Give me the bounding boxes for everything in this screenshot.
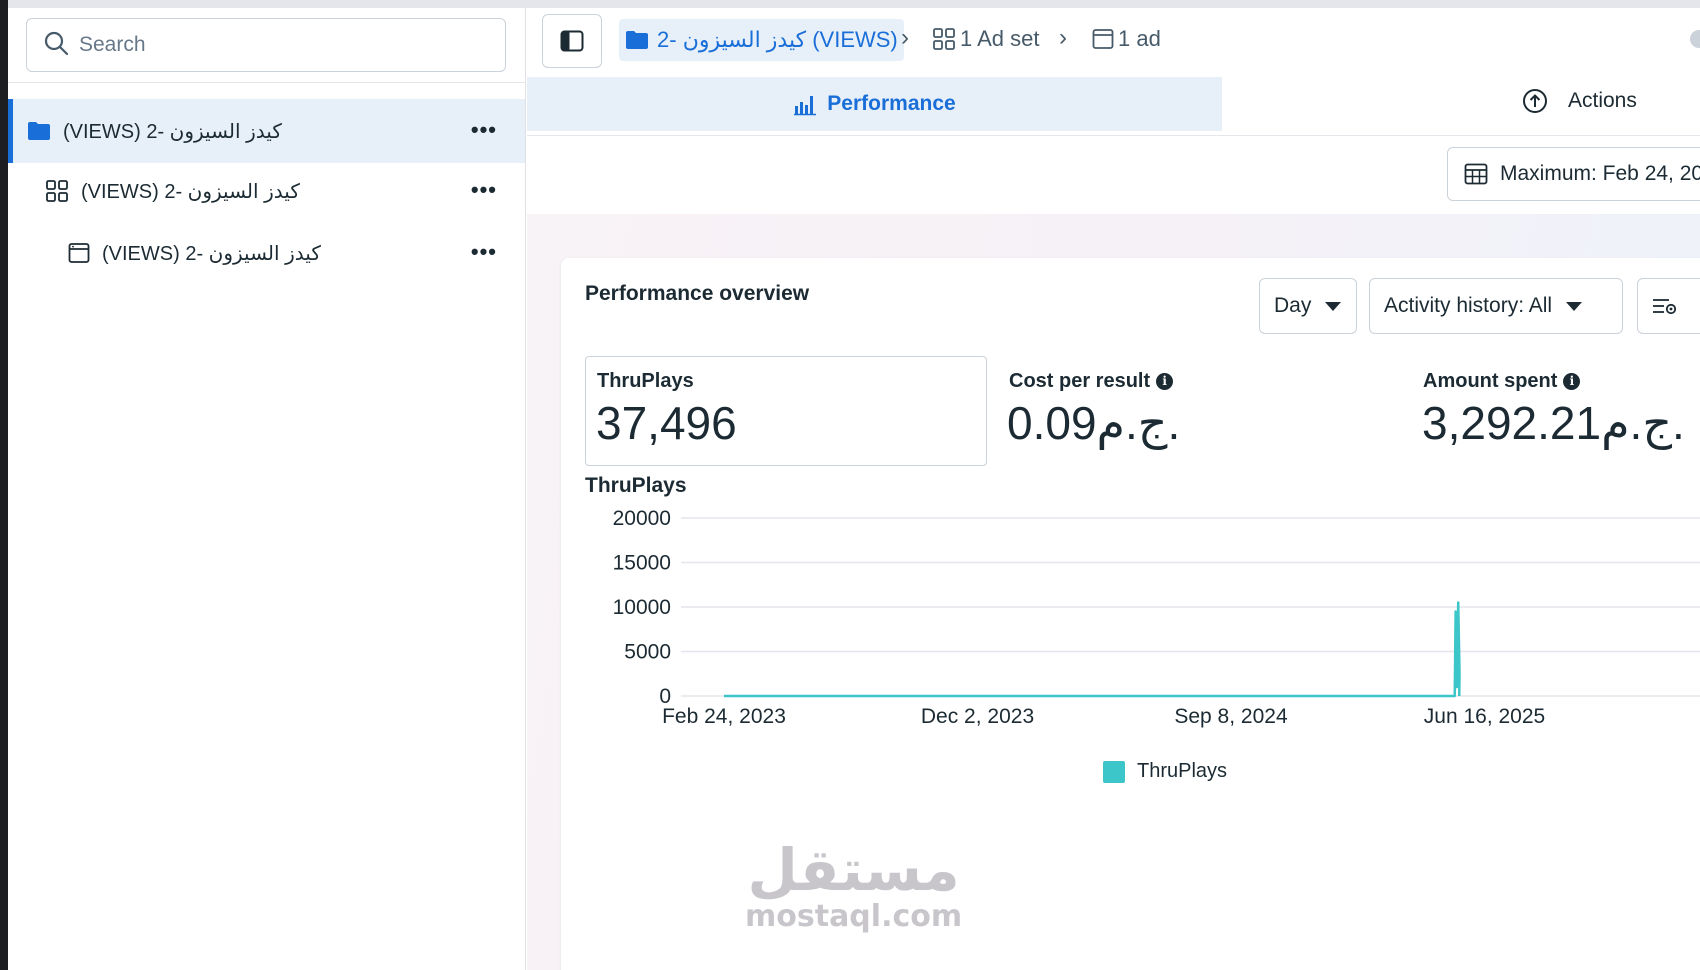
- tabs-divider: [527, 135, 1700, 136]
- tab-actions-label: Actions: [1568, 89, 1637, 112]
- tree-item-label: (VIEWS) 2- كيدز السيزون: [81, 180, 300, 203]
- search-icon: [43, 30, 69, 61]
- metric-value: 3,292.21ج.م.: [1422, 397, 1685, 449]
- info-icon[interactable]: i: [1156, 373, 1174, 390]
- upload-circle-icon: [1522, 88, 1548, 114]
- calendar-table-icon: [1464, 162, 1488, 186]
- search-input[interactable]: [79, 33, 479, 57]
- more-options-icon[interactable]: •••: [471, 239, 497, 265]
- chart-legend[interactable]: ThruPlays: [1103, 760, 1227, 783]
- toggle-sidebar-button[interactable]: [542, 14, 602, 68]
- legend-label: ThruPlays: [1137, 760, 1228, 782]
- y-tick-label: 15000: [613, 552, 671, 575]
- chart-title: ThruPlays: [585, 474, 687, 497]
- tab-actions[interactable]: Actions: [1522, 88, 1637, 114]
- tab-performance[interactable]: Performance: [527, 77, 1222, 131]
- card-title: Performance overview: [585, 282, 810, 305]
- tree-item-campaign[interactable]: (VIEWS) 2- كيدز السيزون •••: [8, 99, 525, 163]
- breadcrumb-ad-set[interactable]: 1 Ad set: [932, 26, 1040, 52]
- granularity-dropdown[interactable]: Day: [1259, 278, 1357, 334]
- status-dot: [1690, 30, 1700, 48]
- x-tick-label: Jun 16, 2025: [1424, 705, 1545, 728]
- y-tick-label: 10000: [613, 596, 671, 619]
- bar-chart-icon: [793, 92, 817, 116]
- breadcrumb-campaign-label: 2- كيدز السيزون (VIEWS): [657, 27, 898, 52]
- metric-label: ThruPlays: [597, 370, 694, 392]
- tree-item-ad[interactable]: (VIEWS) 2- كيدز السيزون •••: [8, 221, 525, 285]
- metric-value: 37,496: [596, 397, 737, 449]
- caret-down-icon: [1325, 301, 1342, 311]
- ad-set-grid-icon: [932, 27, 956, 51]
- campaign-folder-icon: [625, 30, 649, 50]
- y-tick-label: 5000: [624, 641, 671, 664]
- date-range-button[interactable]: Maximum: Feb 24, 20: [1447, 147, 1700, 201]
- watermark-latin: mostaql.com: [745, 899, 963, 934]
- tree-item-label: (VIEWS) 2- كيدز السيزون: [63, 120, 282, 143]
- watermark: مستقل mostaql.com: [745, 840, 962, 934]
- tree-item-label: (VIEWS) 2- كيدز السيزون: [102, 242, 321, 265]
- info-icon[interactable]: i: [1563, 373, 1581, 390]
- tab-performance-label: Performance: [827, 92, 956, 115]
- window-edge: [0, 0, 8, 970]
- customize-button[interactable]: [1637, 278, 1700, 334]
- metric-value: 0.09ج.م.: [1007, 397, 1181, 449]
- filter-settings-icon: [1652, 295, 1678, 317]
- watermark-arabic: مستقل: [747, 836, 960, 904]
- metric-label-spent: Amount spent i: [1423, 370, 1581, 393]
- breadcrumb-ad-set-label: 1 Ad set: [960, 26, 1040, 51]
- date-range-label: Maximum: Feb 24, 20: [1500, 162, 1700, 185]
- metric-label-text: Amount spent: [1423, 370, 1558, 392]
- x-tick-label: Feb 24, 2023: [662, 705, 786, 728]
- campaign-folder-icon: [27, 121, 51, 141]
- more-options-icon[interactable]: •••: [471, 117, 497, 143]
- metric-label-cost: Cost per result i: [1009, 370, 1174, 393]
- search-box[interactable]: [26, 18, 506, 72]
- y-tick-label: 20000: [613, 507, 671, 530]
- ad-set-grid-icon: [45, 179, 69, 203]
- ad-window-icon: [68, 242, 90, 264]
- granularity-label: Day: [1274, 294, 1312, 317]
- chevron-right-icon: ›: [901, 24, 909, 51]
- main-panel: 2- كيدز السيزون (VIEWS) › 1 Ad set › 1 a…: [527, 8, 1700, 970]
- breadcrumb-ad-label: 1 ad: [1118, 26, 1161, 51]
- x-tick-label: Dec 2, 2023: [921, 705, 1034, 728]
- sidebar: (VIEWS) 2- كيدز السيزون ••• (VIEWS) 2- ك…: [8, 8, 526, 970]
- more-options-icon[interactable]: •••: [471, 177, 497, 203]
- top-border: [8, 0, 1700, 8]
- x-tick-label: Sep 8, 2024: [1174, 705, 1288, 728]
- performance-overview-card: Performance overview Day Activity histor…: [561, 258, 1700, 970]
- activity-history-label: Activity history: All: [1384, 294, 1553, 317]
- caret-down-icon: [1566, 301, 1583, 311]
- breadcrumb-ad[interactable]: 1 ad: [1092, 26, 1161, 52]
- legend-swatch: [1103, 760, 1125, 783]
- thruplays-line-chart: 05000100001500020000Feb 24, 2023 Dec 2, 2…: [613, 507, 1700, 728]
- breadcrumb-campaign[interactable]: 2- كيدز السيزون (VIEWS): [619, 19, 904, 61]
- sidebar-toggle-icon: [560, 30, 584, 52]
- sidebar-divider: [8, 82, 526, 83]
- series-line-thruplays[interactable]: [724, 601, 1461, 698]
- metric-label-text: Cost per result: [1009, 370, 1151, 392]
- tree-item-ad-set[interactable]: (VIEWS) 2- كيدز السيزون •••: [8, 159, 525, 223]
- chevron-right-icon: ›: [1059, 24, 1067, 51]
- activity-history-dropdown[interactable]: Activity history: All: [1369, 278, 1623, 334]
- ad-window-icon: [1092, 28, 1114, 50]
